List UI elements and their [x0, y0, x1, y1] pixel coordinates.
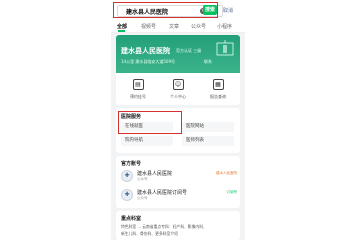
service-doctor-list[interactable]: 医师列表	[182, 136, 234, 146]
phone-screen: 建水县人民医院 × 搜索 取消 全部 视频号 文章 公众号 小程序 建水县人民医…	[111, 0, 245, 240]
hospital-services: 医院服务 在线就医 医院网站 院内导航 医师列表	[116, 108, 240, 153]
search-query: 建水县人民医院	[126, 9, 169, 16]
key-departments: 重点科室 特色科室 ... 云南省重点专科：妇产科、影像内科、 新生儿科、骨伤科…	[116, 211, 240, 240]
cancel-button[interactable]: 取消	[223, 7, 233, 14]
service-online-consult[interactable]: 在线就医	[121, 122, 173, 132]
official-account-item[interactable]: ✚ 建水县人民医院订阅号 公众号 订阅号	[121, 187, 237, 205]
search-bar: 建水县人民医院 × 搜索 取消	[111, 0, 245, 20]
quick-action-label: 个人中心	[170, 94, 186, 99]
quick-action-appointment[interactable]: ▤ 预约挂号	[118, 79, 158, 100]
contact-link[interactable]: 联系	[204, 59, 212, 65]
departments-text[interactable]: 新生儿科、骨伤科、更多科室介绍	[121, 231, 178, 237]
account-avatar: ✚	[121, 189, 133, 201]
departments-text: 特色科室 ... 云南省重点专科：妇产科、影像内科、	[121, 224, 207, 229]
hospital-card-header: 建水县人民医院 官方认证 三级 14公里 建水县临安大道509号 联系	[116, 35, 240, 73]
tab-official-accounts[interactable]: 公众号	[191, 23, 206, 30]
account-avatar: ✚	[121, 170, 133, 182]
hospital-illustration-icon	[216, 40, 234, 56]
service-navigation[interactable]: 院内导航	[121, 136, 173, 146]
tab-channels[interactable]: 视频号	[141, 23, 156, 30]
search-button[interactable]: 搜索	[203, 5, 217, 15]
services-title: 医院服务	[121, 114, 142, 120]
account-name: 建水县人民医院订阅号	[137, 190, 188, 196]
account-badge: 建水人民医院	[216, 171, 237, 175]
hospital-tag: 官方认证 三级	[176, 48, 202, 53]
quick-action-label: 报告查询	[210, 94, 226, 99]
official-title: 官方账号	[121, 161, 142, 167]
filter-tabs: 全部 视频号 文章 公众号 小程序	[111, 20, 245, 33]
hospital-quick-actions: ▤ 预约挂号 ☺ 个人中心 ▦ 报告查询	[116, 77, 240, 105]
report-icon: ▦	[212, 79, 224, 90]
quick-action-label: 预约挂号	[130, 94, 146, 99]
departments-title: 重点科室	[121, 216, 142, 222]
quick-action-personal-center[interactable]: ☺ 个人中心	[158, 79, 198, 100]
hospital-address: 14公里 建水县临安大道509号	[121, 59, 175, 64]
official-account-item[interactable]: ✚ 建水县人民医院 公众号 建水人民医院	[121, 168, 237, 186]
quick-action-report[interactable]: ▦ 报告查询	[198, 79, 238, 100]
account-badge: 订阅号	[226, 190, 238, 194]
account-name: 建水县人民医院	[137, 171, 173, 177]
tab-articles[interactable]: 文章	[169, 23, 179, 30]
official-accounts: 官方账号 ✚ 建水县人民医院 公众号 建水人民医院 ✚ 建水县人民医院订阅号 公…	[116, 156, 240, 208]
service-hospital-website[interactable]: 医院网站	[182, 122, 234, 132]
account-type: 公众号	[137, 177, 148, 181]
tab-mini-programs[interactable]: 小程序	[217, 23, 232, 30]
user-icon: ☺	[172, 79, 184, 90]
account-type: 公众号	[137, 196, 148, 200]
hospital-name: 建水县人民医院	[121, 47, 170, 55]
calendar-icon: ▤	[132, 79, 144, 90]
hospital-card[interactable]: 建水县人民医院 官方认证 三级 14公里 建水县临安大道509号 联系 ▤ 预约…	[116, 35, 240, 105]
active-tab-indicator	[118, 30, 125, 32]
tab-all[interactable]: 全部	[117, 23, 127, 30]
